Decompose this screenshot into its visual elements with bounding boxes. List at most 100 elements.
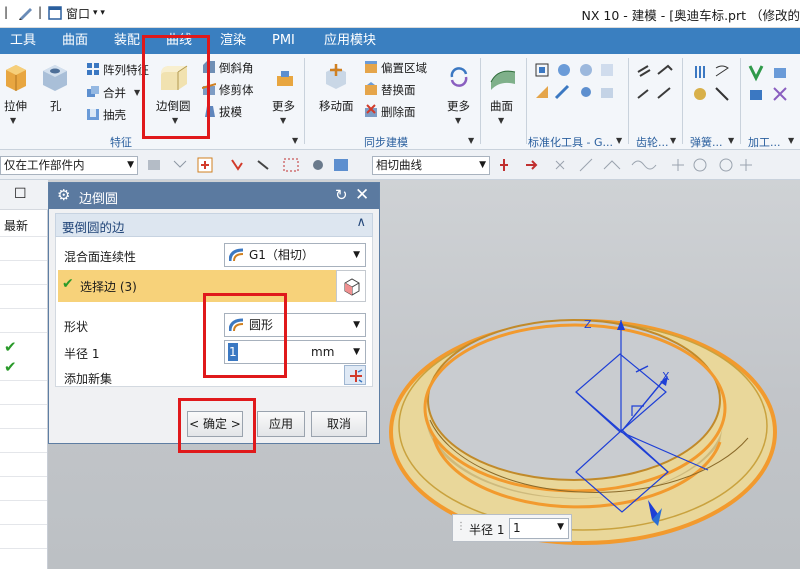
shell-icon[interactable] (86, 107, 100, 121)
window-menu-dropdown-icon[interactable]: ▾ ▾ (93, 8, 105, 18)
add-set-button[interactable] (344, 365, 366, 385)
quick-access-separator: | (38, 5, 43, 19)
apply-button[interactable]: 应用 (257, 411, 305, 437)
machining-tools-icon-grid[interactable] (746, 62, 794, 122)
move-face-button[interactable]: 移动面 (319, 98, 354, 114)
window-menu[interactable]: 窗口 (66, 5, 90, 22)
navigator-row-divider (0, 428, 47, 429)
navigator-row-divider (0, 548, 47, 549)
feature-group-label: 特征 (110, 136, 132, 149)
pen-icon[interactable] (18, 6, 34, 20)
extrude-button[interactable]: 拉伸 (4, 98, 27, 114)
ribbon-divider (740, 58, 741, 144)
tab-assembly[interactable]: 装配 (108, 28, 146, 54)
curve-rule-value: 相切曲线 (376, 158, 422, 172)
move-face-icon[interactable] (320, 62, 352, 92)
curve-rule-dropdown[interactable]: 相切曲线 ▼ (372, 156, 490, 175)
chevron-down-icon: ▼ (353, 250, 360, 260)
standard-tools-icon-grid[interactable] (534, 62, 634, 122)
replace-face-icon[interactable] (364, 82, 378, 96)
navigator-row-divider (0, 380, 47, 381)
gear-group-dropdown-icon[interactable]: ▼ (670, 136, 676, 145)
offset-region-icon[interactable] (364, 60, 378, 74)
section-title: 要倒圆的边 (62, 220, 125, 235)
chamfer-button[interactable]: 倒斜角 (219, 60, 254, 76)
tab-application[interactable]: 应用模块 (318, 28, 382, 54)
selection-scope-dropdown[interactable]: 仅在工作部件内 ▼ (0, 156, 138, 175)
radius-field-value[interactable]: 1 (513, 521, 521, 535)
close-icon[interactable]: ✕ (355, 185, 369, 205)
more-features-icon[interactable] (274, 68, 296, 90)
machining-group-dropdown-icon[interactable]: ▼ (788, 136, 794, 145)
feature-group-dropdown-icon[interactable]: ▼ (292, 136, 298, 145)
check-icon: ✔ (62, 276, 74, 292)
sync-group-label: 同步建模 (364, 136, 408, 149)
navigator-column-header[interactable]: 最新 (4, 217, 28, 234)
navigator-row-divider (0, 524, 47, 525)
axis-x-label: X (662, 370, 670, 383)
pattern-feature-icon[interactable] (86, 62, 100, 76)
standard-tools-dropdown-icon[interactable]: ▼ (616, 136, 622, 145)
machining-group-label: 加工... (748, 136, 781, 149)
collapse-icon[interactable]: ∧ (356, 215, 366, 230)
sync-group-dropdown-icon[interactable]: ▼ (468, 136, 474, 145)
offset-region-button[interactable]: 偏置区域 (381, 60, 427, 76)
extrude-icon[interactable] (2, 62, 30, 92)
tab-pmi[interactable]: PMI (266, 28, 301, 54)
reset-icon[interactable]: ↻ (335, 186, 348, 204)
trim-body-button[interactable]: 修剪体 (219, 82, 254, 98)
on-screen-radius-field[interactable]: ⋮ 半径 1 1 ▼ (452, 514, 572, 542)
navigator-row-divider (0, 332, 47, 333)
shell-button[interactable]: 抽壳 (103, 107, 126, 123)
unite-button[interactable]: 合并 (103, 85, 126, 101)
chevron-down-icon: ▼ (479, 160, 486, 170)
more-features-button[interactable]: 更多 (272, 98, 295, 114)
ribbon-tabs: 工具 曲面 装配 曲线 渲染 PMI 应用模块 (0, 28, 800, 54)
ribbon-divider (304, 58, 305, 144)
surface-button[interactable]: 曲面 (490, 98, 513, 114)
tab-tools[interactable]: 工具 (4, 28, 42, 54)
continuity-dropdown[interactable]: G1（相切） ▼ (224, 243, 366, 267)
dialog-title: 边倒圆 (79, 192, 119, 207)
more-sync-icon[interactable] (448, 66, 470, 88)
window-icon[interactable] (48, 6, 62, 20)
select-edge-button[interactable] (336, 270, 366, 302)
hole-icon[interactable] (40, 62, 70, 92)
cube-icon (344, 278, 360, 296)
maximize-icon[interactable]: ☐ (14, 186, 27, 202)
selection-toolbar: 仅在工作部件内 ▼ 相切曲线 ▼ (0, 150, 800, 180)
more-sync-button[interactable]: 更多 (447, 98, 470, 114)
edges-to-blend-section[interactable]: 要倒圆的边 ∧ (55, 213, 373, 237)
extrude-dropdown-icon[interactable]: ▼ (10, 116, 16, 125)
more-sync-dropdown-icon[interactable]: ▼ (455, 116, 461, 125)
selection-scope-value: 仅在工作部件内 (4, 158, 85, 172)
quick-access-separator: | (4, 5, 9, 19)
surface-icon[interactable] (488, 62, 518, 92)
ribbon-divider (480, 58, 481, 144)
radius-unit[interactable]: mm (311, 341, 334, 363)
window-title: NX 10 - 建模 - [奥迪车标.prt （修改的 (581, 8, 800, 23)
radius-field-label: 半径 1 (469, 523, 505, 537)
ribbon-divider (682, 58, 683, 144)
tab-render[interactable]: 渲染 (214, 28, 252, 54)
selection-filter-icons[interactable] (148, 157, 358, 173)
draft-button[interactable]: 拔模 (219, 104, 242, 120)
delete-face-button[interactable]: 删除面 (381, 104, 416, 120)
radius-field-input[interactable]: 1 ▼ (509, 518, 569, 539)
spring-tools-icon-grid[interactable] (690, 62, 734, 122)
replace-face-button[interactable]: 替换面 (381, 82, 416, 98)
more-features-dropdown-icon[interactable]: ▼ (280, 116, 286, 125)
unite-dropdown-icon[interactable]: ▼ (134, 88, 140, 97)
drag-grip-icon[interactable]: ⋮ (456, 521, 466, 532)
surface-dropdown-icon[interactable]: ▼ (498, 116, 504, 125)
tab-surface[interactable]: 曲面 (56, 28, 94, 54)
hole-button[interactable]: 孔 (50, 98, 62, 114)
unite-icon[interactable] (86, 85, 100, 99)
gear-tools-icon-grid[interactable] (634, 62, 678, 122)
settings-icon[interactable]: ⚙ (57, 186, 70, 204)
cancel-button[interactable]: 取消 (311, 411, 367, 437)
delete-face-icon[interactable] (364, 104, 378, 118)
spring-group-dropdown-icon[interactable]: ▼ (728, 136, 734, 145)
chevron-down-icon: ▼ (557, 522, 564, 532)
snap-point-icons[interactable] (500, 157, 800, 173)
